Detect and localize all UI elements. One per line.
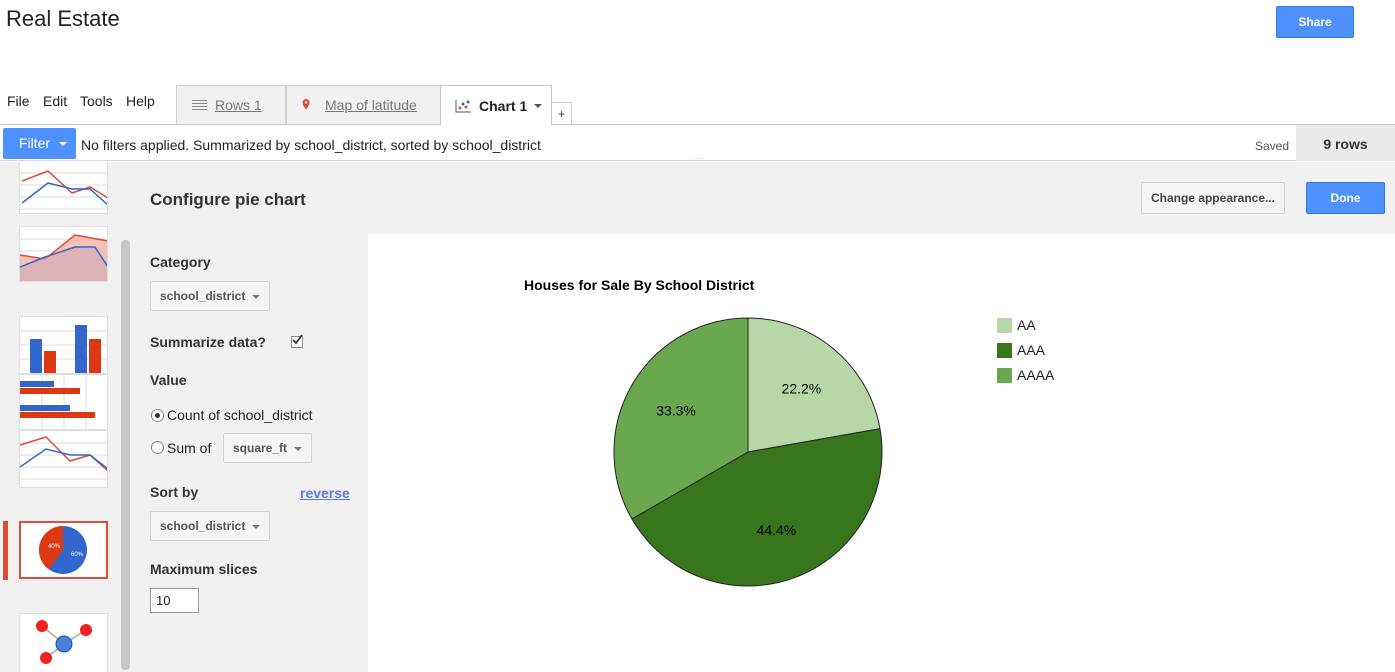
pie-slice-aa-label: 22.2% bbox=[782, 380, 822, 396]
pie-chart: 22.2% 44.4% 33.3% bbox=[613, 317, 883, 587]
pie-slice-aaa-label: 44.4% bbox=[757, 522, 797, 538]
max-slices-input[interactable]: 10 bbox=[150, 588, 199, 613]
sort-value: school_district bbox=[160, 519, 246, 533]
max-slices-label: Maximum slices bbox=[150, 561, 258, 577]
change-appearance-button[interactable]: Change appearance... bbox=[1141, 182, 1285, 214]
legend-swatch-aaaa bbox=[997, 368, 1012, 383]
tab-rows-label: Rows 1 bbox=[215, 97, 262, 113]
gallery-scrollbar[interactable] bbox=[121, 240, 130, 670]
chart-title: Houses for Sale By School District bbox=[524, 277, 755, 293]
sum-field-value: square_ft bbox=[233, 441, 288, 455]
menu-edit[interactable]: Edit bbox=[43, 93, 67, 109]
pie-chart-thumb[interactable]: 40% 60% bbox=[19, 521, 108, 579]
legend-label-aaa: AAA bbox=[1017, 342, 1046, 358]
chart-gallery: 40% 60% bbox=[0, 162, 132, 672]
chevron-down-icon[interactable] bbox=[534, 103, 543, 108]
tab-chart-label: Chart 1 bbox=[479, 97, 528, 114]
summarize-label: Summarize data? bbox=[150, 334, 266, 350]
menu-file[interactable]: File bbox=[7, 93, 30, 109]
sum-radio[interactable] bbox=[151, 441, 164, 454]
tab-chart[interactable]: Chart 1 bbox=[440, 85, 552, 125]
saved-status: Saved bbox=[1255, 139, 1290, 153]
tab-map[interactable]: Map of latitude bbox=[286, 85, 441, 124]
done-button[interactable]: Done bbox=[1306, 182, 1385, 214]
legend-swatch-aa bbox=[997, 318, 1012, 333]
pie-thumb-label-40: 40% bbox=[48, 544, 61, 550]
menu-help[interactable]: Help bbox=[126, 93, 155, 109]
network-chart-thumb[interactable] bbox=[19, 613, 108, 672]
line-chart-thumb[interactable] bbox=[19, 162, 108, 214]
column-chart-thumb[interactable] bbox=[19, 316, 108, 374]
sort-label: Sort by bbox=[150, 484, 199, 500]
category-label: Category bbox=[150, 254, 211, 270]
bar-chart-thumb[interactable] bbox=[19, 374, 108, 430]
app-title: Real Estate bbox=[6, 6, 120, 31]
config-title: Configure pie chart bbox=[150, 190, 306, 209]
chevron-down-icon bbox=[294, 447, 302, 451]
value-label: Value bbox=[150, 372, 187, 388]
pie-slice-aaaa-label: 33.3% bbox=[656, 402, 696, 418]
tab-map-label: Map of latitude bbox=[325, 97, 417, 113]
area-chart-thumb[interactable] bbox=[19, 226, 108, 282]
tab-rows[interactable]: Rows 1 bbox=[176, 85, 286, 124]
chevron-down-icon bbox=[252, 295, 260, 299]
pie-thumb-label-60: 60% bbox=[71, 552, 84, 558]
category-value: school_district bbox=[160, 289, 246, 303]
map-pin-icon bbox=[301, 98, 317, 112]
share-button[interactable]: Share bbox=[1276, 6, 1354, 38]
count-radio-label: Count of school_district bbox=[167, 407, 313, 423]
scatter-chart-icon bbox=[455, 99, 471, 113]
line-chart-thumb[interactable] bbox=[19, 430, 108, 488]
reverse-link[interactable]: reverse bbox=[300, 485, 350, 501]
row-count: 9 rows bbox=[1296, 125, 1395, 161]
filter-button[interactable]: Filter bbox=[3, 128, 76, 159]
selection-marker bbox=[3, 521, 8, 580]
summarize-checkbox[interactable] bbox=[291, 334, 303, 348]
sum-radio-label: Sum of bbox=[167, 440, 212, 456]
legend-label-aaaa: AAAA bbox=[1017, 367, 1055, 383]
sort-dropdown[interactable]: school_district bbox=[150, 511, 270, 541]
filter-button-label: Filter bbox=[19, 135, 51, 151]
count-radio[interactable] bbox=[151, 409, 164, 422]
legend-label-aa: AA bbox=[1017, 317, 1036, 333]
chevron-down-icon bbox=[59, 142, 67, 146]
category-dropdown[interactable]: school_district bbox=[150, 281, 270, 311]
menu-tools[interactable]: Tools bbox=[80, 93, 113, 109]
sum-field-dropdown[interactable]: square_ft bbox=[223, 433, 312, 463]
add-tab-button[interactable]: + bbox=[551, 102, 572, 124]
chevron-down-icon bbox=[252, 525, 260, 529]
legend-swatch-aaa bbox=[997, 343, 1012, 358]
filter-summary: No filters applied. Summarized by school… bbox=[81, 137, 541, 153]
rows-icon bbox=[191, 98, 207, 112]
